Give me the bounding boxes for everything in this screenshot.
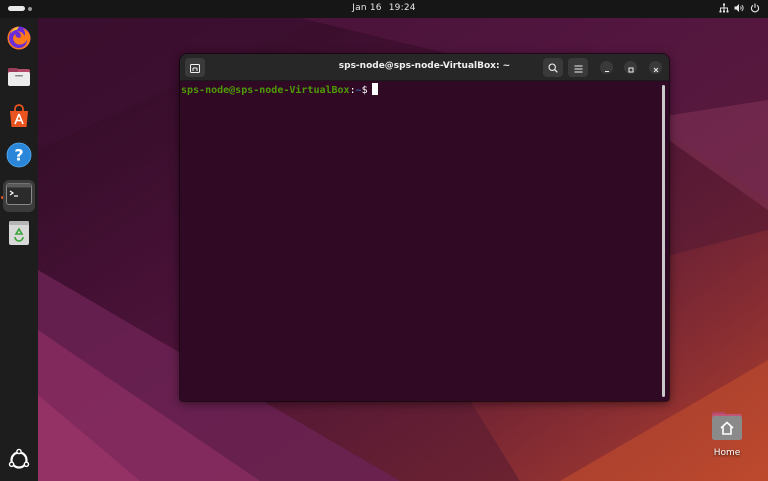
clock-time: 19:24 [388,3,416,13]
prompt-symbol: $ [361,85,368,96]
minimize-button[interactable] [600,61,613,74]
desktop-home-shortcut[interactable]: Home [706,410,748,458]
system-tray[interactable] [719,3,760,13]
network-icon [719,3,729,13]
dock-item-help[interactable]: ? [3,141,35,173]
search-button[interactable] [543,58,563,77]
firefox-icon [6,25,32,55]
maximize-icon [628,58,634,77]
power-icon [750,3,760,13]
terminal-titlebar[interactable]: sps-node@sps-node-VirtualBox: ~ [180,54,669,81]
clock-date: Jan 16 [352,3,382,13]
trash-icon [8,220,30,250]
app-center-icon [6,103,32,133]
text-cursor [371,83,378,95]
dock-item-app-center[interactable] [3,102,35,134]
dock: ? [0,18,38,481]
prompt-user-host: sps-node@sps-node-VirtualBox [181,85,350,96]
terminal-window[interactable]: sps-node@sps-node-VirtualBox: ~ sps-node… [180,54,669,401]
ubuntu-logo-icon [7,448,31,476]
help-icon: ? [6,142,32,172]
menu-button[interactable] [568,58,588,77]
terminal-scrollbar[interactable] [662,85,665,397]
hamburger-menu-icon [574,58,583,77]
svg-text:?: ? [14,146,23,165]
minimize-icon [604,58,610,77]
volume-icon [734,3,745,13]
dock-item-files[interactable] [3,63,35,95]
show-apps-button[interactable] [7,448,31,472]
shell-prompt: sps-node@sps-node-VirtualBox:~$ [181,83,378,98]
clock[interactable]: Jan 16 19:24 [0,3,768,13]
terminal-icon [6,183,32,209]
top-bar: Jan 16 19:24 [0,0,768,18]
files-icon [6,64,32,94]
close-icon [653,58,659,77]
close-button[interactable] [649,61,662,74]
dock-item-trash[interactable] [3,219,35,251]
dock-item-firefox[interactable] [3,24,35,56]
window-title: sps-node@sps-node-VirtualBox: ~ [338,61,511,71]
home-folder-icon [709,412,745,446]
dock-item-terminal[interactable] [3,180,35,212]
desktop-home-label: Home [713,448,741,458]
maximize-button[interactable] [624,61,637,74]
search-icon [548,58,558,77]
terminal-content[interactable]: sps-node@sps-node-VirtualBox:~$ [180,81,669,401]
